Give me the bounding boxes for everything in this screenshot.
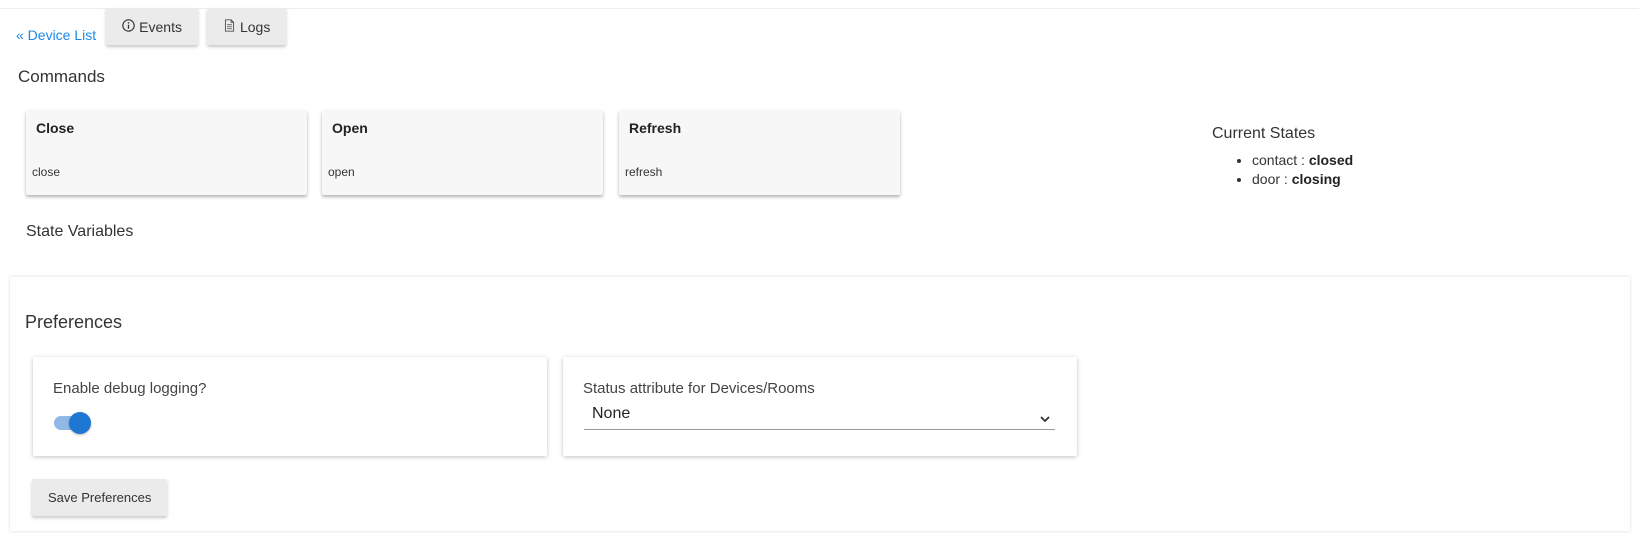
save-preferences-button[interactable]: Save Preferences (32, 479, 168, 516)
status-attribute-label: Status attribute for Devices/Rooms (583, 380, 815, 397)
command-close-card[interactable]: Close close (26, 110, 307, 195)
command-name: Open (332, 120, 368, 136)
debug-logging-card: Enable debug logging? (33, 357, 547, 456)
command-open-card[interactable]: Open open (322, 110, 603, 195)
state-value: closing (1291, 171, 1341, 187)
current-states-list: contact : closed door : closing (1212, 151, 1353, 189)
command-name: Refresh (629, 120, 682, 136)
command-method: refresh (625, 165, 663, 179)
info-circle-icon (122, 18, 135, 35)
device-list-link[interactable]: « Device List (16, 27, 96, 43)
debug-logging-label: Enable debug logging? (53, 380, 207, 397)
status-attribute-value: None (592, 405, 631, 422)
command-refresh-card[interactable]: Refresh refresh (619, 110, 900, 195)
preferences-title: Preferences (25, 312, 123, 332)
logs-button-label: Logs (239, 18, 271, 35)
chevron-down-icon (1039, 411, 1051, 423)
events-button[interactable]: Events (106, 8, 198, 45)
command-method: close (32, 165, 61, 179)
toggle-knob (69, 412, 91, 434)
current-states-title: Current States (1212, 125, 1316, 142)
device-page: « Device List Events Logs Commands Close… (0, 8, 1639, 533)
status-attribute-select[interactable]: None (584, 404, 1055, 430)
status-attribute-card: Status attribute for Devices/Rooms None (563, 357, 1077, 456)
state-variables-title: State Variables (26, 223, 134, 240)
state-value: closed (1308, 152, 1354, 168)
device-nav: « Device List Events Logs (16, 8, 295, 45)
current-states: Current States contact : closed door : c… (1212, 125, 1353, 189)
command-method: open (328, 165, 355, 179)
debug-logging-toggle[interactable] (54, 412, 91, 434)
state-item-door: door : closing (1252, 170, 1353, 189)
state-item-contact: contact : closed (1252, 151, 1353, 170)
command-name: Close (36, 120, 75, 136)
document-icon (223, 18, 236, 35)
preferences-panel: Preferences Enable debug logging? Status… (10, 277, 1630, 531)
events-button-label: Events (139, 18, 182, 35)
logs-button[interactable]: Logs (206, 8, 287, 45)
commands-title: Commands (18, 67, 105, 86)
